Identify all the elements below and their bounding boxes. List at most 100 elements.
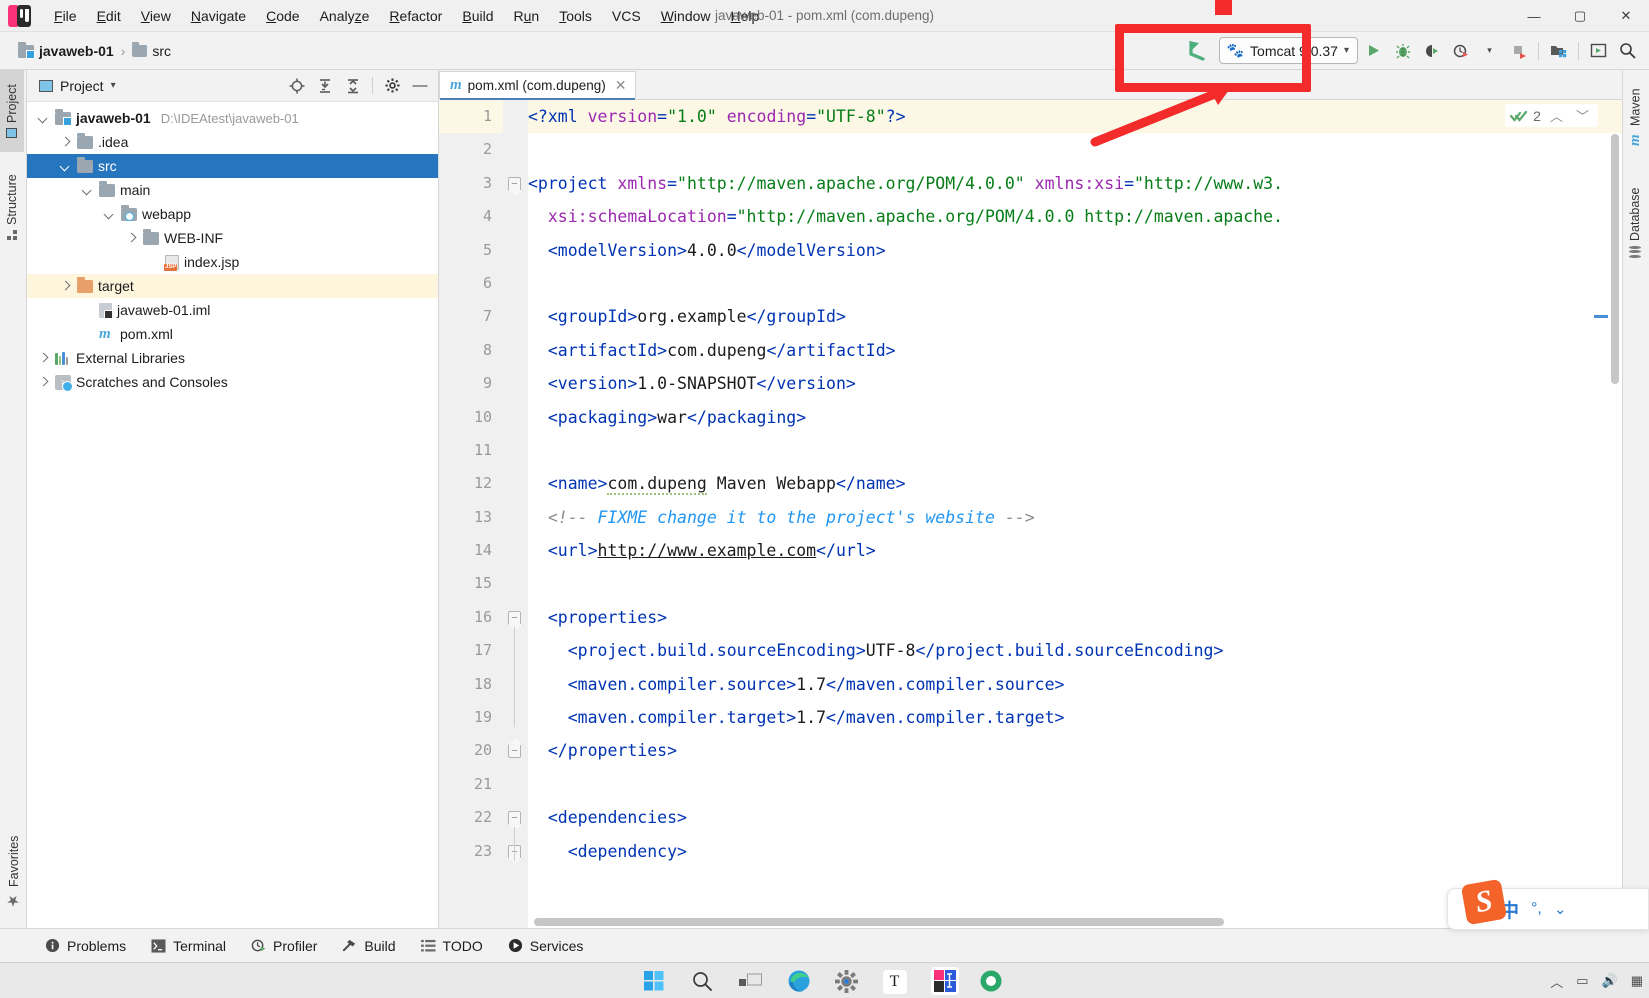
line-number[interactable]: 14	[439, 534, 503, 567]
code-line[interactable]: <project xmlns="http://maven.apache.org/…	[528, 167, 1622, 200]
tree-expand-arrow[interactable]	[81, 184, 94, 197]
tree-node-javaweb-01[interactable]: javaweb-01 D:\IDEAtest\javaweb-01	[27, 106, 438, 130]
line-number[interactable]: 7	[439, 300, 503, 333]
sidebar-item-structure[interactable]: Structure	[0, 152, 24, 262]
task-view-button[interactable]	[738, 967, 767, 995]
horizontal-scrollbar[interactable]	[534, 918, 1224, 926]
tray-volume-icon[interactable]: 🔊	[1602, 973, 1618, 989]
status-item-todo[interactable]: TODO	[412, 934, 492, 958]
update-application-button[interactable]	[1545, 37, 1572, 64]
code-line[interactable]: <url>http://www.example.com</url>	[528, 534, 1622, 567]
line-number[interactable]: 3	[439, 167, 503, 200]
text-app-button[interactable]: T	[882, 967, 911, 995]
fold-marker[interactable]: −	[508, 176, 522, 191]
menu-item-view[interactable]: View	[132, 5, 180, 27]
tree-node-scratches-and-consoles[interactable]: > Scratches and Consoles	[27, 370, 438, 394]
tree-node-idea[interactable]: .idea	[27, 130, 438, 154]
fold-gutter[interactable]: − − − − −	[503, 100, 528, 928]
tray-battery-icon[interactable]: ▭	[1576, 973, 1588, 989]
menu-item-analyze[interactable]: Analyze	[311, 5, 379, 27]
code-line[interactable]: </properties>	[528, 734, 1622, 767]
ime-punctuation-toggle[interactable]: °,	[1531, 900, 1542, 918]
line-number[interactable]: 2	[439, 133, 503, 166]
tray-chevron-icon[interactable]: ︿	[1550, 972, 1563, 991]
tree-node-src[interactable]: src	[27, 154, 438, 178]
menu-item-code[interactable]: Code	[257, 5, 308, 27]
expand-all-button[interactable]	[311, 72, 339, 100]
editor-tab-pom-xml[interactable]: m pom.xml (com.dupeng) ✕	[439, 71, 637, 100]
code-line[interactable]	[528, 768, 1622, 801]
line-number[interactable]: 18	[439, 668, 503, 701]
code-line[interactable]: <name>com.dupeng Maven Webapp</name>	[528, 467, 1622, 500]
tree-node-pom-xml[interactable]: m pom.xml	[27, 322, 438, 346]
line-number[interactable]: 15	[439, 567, 503, 600]
sidebar-item-maven[interactable]: m Maven	[1623, 70, 1648, 165]
select-opened-file-button[interactable]	[283, 72, 311, 100]
line-number[interactable]: 1	[439, 100, 503, 134]
line-number[interactable]: 12	[439, 467, 503, 500]
sidebar-item-favorites[interactable]: ★ Favorites	[0, 818, 28, 928]
code-line[interactable]: xsi:schemaLocation="http://maven.apache.…	[528, 200, 1622, 233]
line-number[interactable]: 5	[439, 234, 503, 267]
tree-node-web-inf[interactable]: WEB-INF	[27, 226, 438, 250]
tree-node-javaweb-01-iml[interactable]: javaweb-01.iml	[27, 298, 438, 322]
menu-item-edit[interactable]: Edit	[88, 5, 130, 27]
menu-item-vcs[interactable]: VCS	[603, 5, 650, 27]
chevron-down-icon[interactable]: ▾	[111, 80, 116, 91]
next-problem-button[interactable]: ﹀	[1572, 106, 1593, 125]
run-configuration-selector[interactable]: 🐾 Tomcat 9.0.37 ▾	[1218, 37, 1358, 64]
line-number[interactable]: 20	[439, 734, 503, 767]
tree-expand-arrow[interactable]	[37, 352, 50, 365]
sidebar-item-database[interactable]: Database	[1623, 165, 1647, 280]
code-line[interactable]	[528, 567, 1622, 600]
minimize-button[interactable]: —	[1511, 0, 1557, 32]
menu-item-tools[interactable]: Tools	[550, 5, 601, 27]
sogou-icon[interactable]: S	[1460, 878, 1508, 926]
hide-panel-button[interactable]: —	[406, 72, 434, 100]
tree-node-webapp[interactable]: webapp	[27, 202, 438, 226]
line-number[interactable]: 16	[439, 601, 503, 634]
tree-expand-arrow[interactable]	[37, 112, 50, 125]
tree-expand-arrow[interactable]	[125, 232, 138, 245]
code-line[interactable]	[528, 267, 1622, 300]
code-line[interactable]: <maven.compiler.target>1.7</maven.compil…	[528, 701, 1622, 734]
sidebar-item-project[interactable]: Project	[0, 70, 24, 152]
maximize-button[interactable]: ▢	[1557, 0, 1603, 32]
code-line[interactable]: <?xml version="1.0" encoding="UTF-8"?>	[528, 100, 1622, 134]
code-line[interactable]: <project.build.sourceEncoding>UTF-8</pro…	[528, 634, 1622, 667]
stop-button[interactable]	[1505, 37, 1532, 64]
line-number[interactable]: 4	[439, 200, 503, 233]
code-line[interactable]: <dependencies>	[528, 801, 1622, 834]
tree-expand-arrow[interactable]	[59, 280, 72, 293]
menu-item-file[interactable]: File	[45, 5, 86, 27]
code-line[interactable]: <groupId>org.example</groupId>	[528, 300, 1622, 333]
line-number[interactable]: 17	[439, 634, 503, 667]
other-app-button[interactable]	[979, 967, 1007, 995]
code-line[interactable]: <maven.compiler.source>1.7</maven.compil…	[528, 668, 1622, 701]
line-number[interactable]: 8	[439, 334, 503, 367]
project-tree[interactable]: javaweb-01 D:\IDEAtest\javaweb-01 .idea src…	[27, 102, 438, 928]
line-number[interactable]: 9	[439, 367, 503, 400]
code-line[interactable]: <!-- FIXME change it to the project's we…	[528, 501, 1622, 534]
tree-expand-arrow[interactable]	[37, 376, 50, 389]
profile-dropdown[interactable]: ▾	[1476, 37, 1503, 64]
close-button[interactable]: ✕	[1603, 0, 1649, 32]
start-button[interactable]	[643, 967, 671, 995]
run-with-coverage-button[interactable]	[1418, 37, 1445, 64]
breadcrumb-item-module[interactable]: javaweb-01	[14, 41, 118, 61]
close-icon[interactable]: ✕	[615, 77, 627, 94]
tree-expand-arrow[interactable]	[103, 208, 116, 221]
vertical-scrollbar[interactable]	[1611, 134, 1619, 384]
menu-item-help[interactable]: Help	[722, 5, 769, 27]
line-number[interactable]: 21	[439, 768, 503, 801]
inspection-widget[interactable]: 2 ︿ ﹀	[1505, 104, 1598, 127]
run-button[interactable]	[1360, 37, 1387, 64]
edge-button[interactable]	[787, 967, 815, 995]
settings-button[interactable]	[378, 72, 406, 100]
intellij-button[interactable]	[930, 966, 959, 995]
code-line[interactable]: <packaging>war</packaging>	[528, 401, 1622, 434]
line-number[interactable]: 19	[439, 701, 503, 734]
ime-more-icon[interactable]: ⌄	[1554, 900, 1567, 918]
code-line[interactable]	[528, 434, 1622, 467]
fold-marker[interactable]: −	[508, 844, 522, 859]
